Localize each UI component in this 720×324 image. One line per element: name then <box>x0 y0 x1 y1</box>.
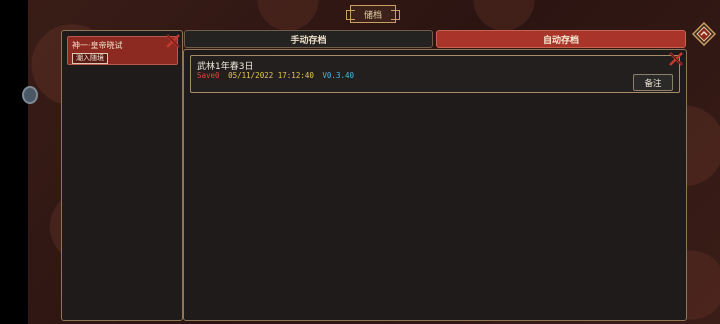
note-button-label: 备注 <box>644 78 662 89</box>
save-list-panel: 神一·皇帝晓试 潮入随境 <box>61 30 183 321</box>
close-icon[interactable] <box>166 34 180 48</box>
page-title: 储档 <box>346 5 400 23</box>
load-button[interactable]: 潮入随境 <box>72 53 108 64</box>
save-version: V0.3.40 <box>322 71 355 80</box>
screen-edge <box>0 0 28 324</box>
save-entry-meta: Save0 05/11/2022 17:12:40 V0.3.40 <box>197 71 354 80</box>
note-button[interactable]: 备注 <box>633 74 673 91</box>
save-datetime: 05/11/2022 17:12:40 <box>228 71 314 80</box>
save-slot: Save0 <box>197 71 220 80</box>
diamond-arrow-icon <box>691 21 717 47</box>
save-list-item-title: 神一·皇帝晓试 <box>72 41 123 50</box>
delete-icon[interactable] <box>669 52 683 66</box>
tab-auto-save[interactable]: 自动存档 <box>436 30 686 48</box>
save-list-item[interactable]: 神一·皇帝晓试 潮入随境 <box>67 36 178 65</box>
tab-auto-save-label: 自动存档 <box>542 35 579 46</box>
tab-manual-save[interactable]: 手动存档 <box>184 30 433 48</box>
save-entry[interactable]: 武林1年春3日 Save0 05/11/2022 17:12:40 V0.3.4… <box>190 55 680 93</box>
tab-manual-save-label: 手动存档 <box>290 35 327 46</box>
save-detail-panel: 武林1年春3日 Save0 05/11/2022 17:12:40 V0.3.4… <box>183 49 687 321</box>
page-title-label: 储档 <box>363 10 382 21</box>
side-handle-icon[interactable] <box>22 86 38 104</box>
close-menu-button[interactable] <box>691 21 717 47</box>
